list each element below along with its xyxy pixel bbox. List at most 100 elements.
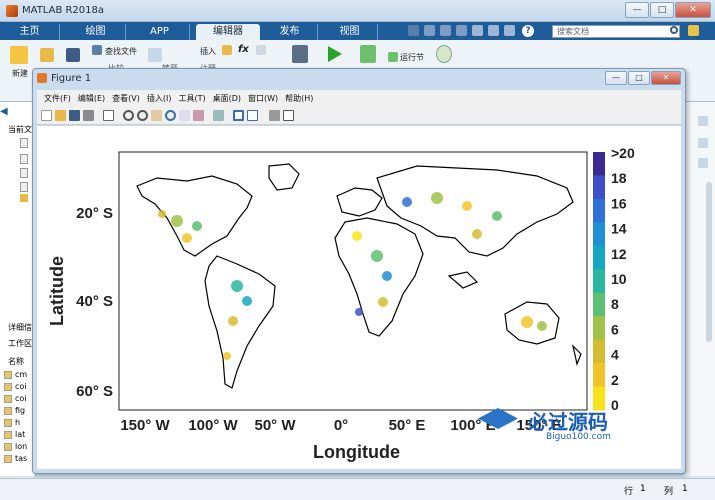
col-label: 列: [664, 487, 674, 497]
rotate-3d-icon[interactable]: [165, 110, 176, 121]
tab-view[interactable]: 视图: [322, 24, 378, 40]
brush-icon[interactable]: [193, 110, 204, 121]
colorbar: >20 18 16 14 12 10 8 6 4 2 0: [593, 145, 635, 413]
variable-icon: [4, 394, 12, 403]
tab-editor[interactable]: 编辑器: [196, 24, 260, 40]
menu-window[interactable]: 窗口(W): [248, 93, 278, 104]
show-tools-icon[interactable]: [283, 110, 294, 121]
help-icon[interactable]: ?: [522, 25, 534, 37]
insert-label[interactable]: 插入: [200, 46, 216, 57]
menu-insert[interactable]: 插入(I): [147, 93, 172, 104]
minimize-button[interactable]: —: [625, 2, 649, 18]
run-and-time-icon[interactable]: [436, 45, 452, 63]
fx-button[interactable]: fx: [238, 44, 249, 55]
file-icon[interactable]: [20, 138, 28, 148]
variable-icon: [4, 430, 12, 439]
file-icon[interactable]: [20, 154, 28, 164]
colorbar-toggle-icon[interactable]: [233, 110, 244, 121]
workspace-var-item[interactable]: lon: [4, 442, 27, 451]
save-icon[interactable]: [66, 48, 80, 62]
workspace-var-item[interactable]: lat: [4, 430, 25, 439]
workspace-var-item[interactable]: coi: [4, 382, 27, 391]
colorbar-segment: [593, 152, 605, 176]
insert-fx-dropdown-icon[interactable]: [256, 45, 266, 55]
save-figure-icon[interactable]: [69, 110, 80, 121]
scrollbar[interactable]: [706, 182, 712, 342]
colorbar-segment: [593, 316, 605, 341]
figure-close-button[interactable]: ✕: [651, 71, 681, 85]
figure-maximize-button[interactable]: □: [628, 71, 650, 85]
open-file-icon[interactable]: [55, 110, 66, 121]
colorbar-tick-label: 0: [611, 397, 619, 413]
legend-toggle-icon[interactable]: [247, 110, 258, 121]
tab-publish[interactable]: 发布: [262, 24, 318, 40]
figure-logo-icon: [37, 73, 47, 83]
insert-section-icon[interactable]: [222, 45, 232, 55]
figure-minimize-button[interactable]: —: [605, 71, 627, 85]
menu-desktop[interactable]: 桌面(D): [213, 93, 241, 104]
menu-file[interactable]: 文件(F): [44, 93, 71, 104]
save-quick-icon[interactable]: [408, 25, 419, 36]
run-icon[interactable]: [328, 46, 342, 62]
details-label: 详细信: [8, 323, 32, 332]
colorbar-tick-label: 14: [611, 221, 627, 237]
workspace-var-item[interactable]: h: [4, 418, 20, 427]
menu-edit[interactable]: 编辑(E): [78, 93, 105, 104]
variable-icon: [4, 418, 12, 427]
copy-quick-icon[interactable]: [440, 25, 451, 36]
switch-windows-icon[interactable]: [504, 25, 515, 36]
workspace-var-item[interactable]: fig: [4, 406, 25, 415]
watermark-text: 必过源码: [528, 410, 608, 434]
run-and-advance-icon[interactable]: [360, 45, 376, 63]
tab-home[interactable]: 主页: [0, 24, 60, 40]
colorbar-tick-label: 4: [611, 347, 619, 363]
cut-quick-icon[interactable]: [424, 25, 435, 36]
menu-help[interactable]: 帮助(H): [285, 93, 313, 104]
indent-icon[interactable]: [292, 45, 308, 63]
x-tick-label: 100° W: [188, 417, 238, 434]
panel-icon[interactable]: [698, 158, 708, 168]
search-icon[interactable]: [670, 26, 678, 34]
open-icon[interactable]: [40, 48, 54, 62]
workspace-var-item[interactable]: coi: [4, 394, 27, 403]
pan-hand-icon[interactable]: [151, 110, 162, 121]
panel-icon[interactable]: [698, 138, 708, 148]
find-files-label[interactable]: 查找文件: [105, 46, 137, 57]
workspace-var-item[interactable]: cm: [4, 370, 27, 379]
new-icon[interactable]: [10, 46, 28, 64]
y-axis-label: Latitude: [47, 256, 67, 326]
search-documentation-input[interactable]: 搜索文档: [552, 25, 680, 38]
undo-quick-icon[interactable]: [472, 25, 483, 36]
workspace-var-item[interactable]: tas: [4, 454, 27, 463]
maximize-button[interactable]: □: [650, 2, 674, 18]
plot-axes: [118, 151, 588, 411]
folder-icon[interactable]: [20, 194, 28, 202]
menu-view[interactable]: 查看(V): [112, 93, 140, 104]
new-figure-icon[interactable]: [41, 110, 52, 121]
file-icon[interactable]: [20, 168, 28, 178]
print-icon[interactable]: [83, 110, 94, 121]
run-section-icon[interactable]: [388, 52, 398, 62]
pointer-icon[interactable]: [103, 110, 114, 121]
redo-quick-icon[interactable]: [488, 25, 499, 36]
close-button[interactable]: ✕: [675, 2, 711, 18]
hide-tools-icon[interactable]: [269, 110, 280, 121]
zoom-in-icon[interactable]: [123, 110, 134, 121]
name-column-header[interactable]: 名称: [8, 356, 24, 367]
zoom-out-icon[interactable]: [137, 110, 148, 121]
x-tick-label: 150° W: [120, 417, 170, 434]
notification-bell-icon[interactable]: [688, 25, 699, 36]
run-section-label[interactable]: 运行节: [400, 52, 424, 63]
link-plot-icon[interactable]: [213, 110, 224, 121]
menu-tools[interactable]: 工具(T): [178, 93, 205, 104]
tab-apps[interactable]: APP: [130, 24, 190, 40]
go-back-icon[interactable]: [148, 48, 162, 62]
find-files-icon[interactable]: [92, 45, 102, 55]
back-arrow-icon[interactable]: ◀: [0, 106, 10, 117]
panel-icon[interactable]: [698, 116, 708, 126]
paste-quick-icon[interactable]: [456, 25, 467, 36]
file-icon[interactable]: [20, 182, 28, 192]
data-cursor-icon[interactable]: [179, 110, 190, 121]
tab-plots[interactable]: 绘图: [66, 24, 126, 40]
current-folder-panel: 当前文 ◀ 详细信 工作区 名称 cm coi coi fig h lat lon tas: [0, 102, 36, 476]
